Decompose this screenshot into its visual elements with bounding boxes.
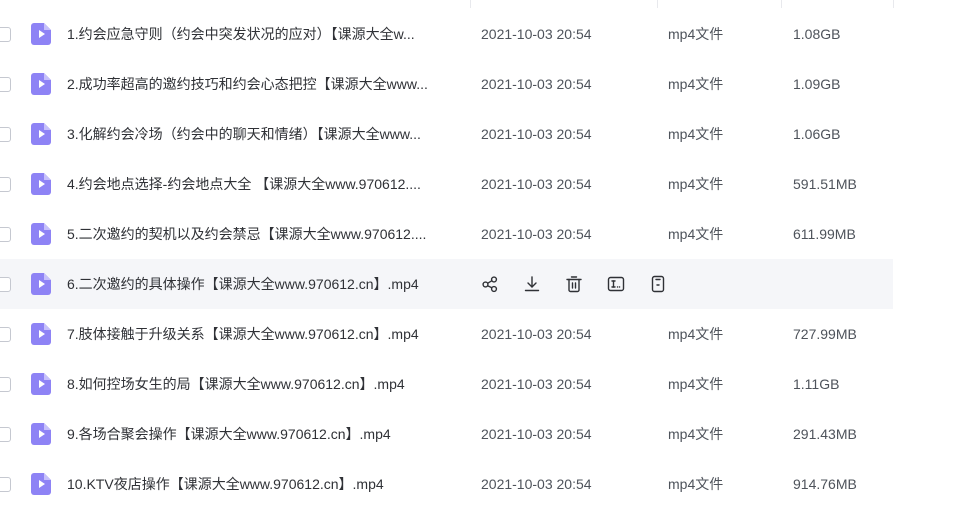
file-name[interactable]: 6.二次邀约的具体操作【课源大全www.970612.cn】.mp4 — [67, 259, 419, 309]
video-file-icon — [31, 173, 51, 195]
row-checkbox[interactable] — [0, 127, 11, 142]
file-type: mp4文件 — [668, 376, 724, 392]
share-icon[interactable] — [481, 275, 499, 293]
file-type: mp4文件 — [668, 176, 724, 192]
file-modified-time: 2021-10-03 20:54 — [481, 76, 592, 92]
row-checkbox[interactable] — [0, 377, 11, 392]
video-file-icon — [31, 423, 51, 445]
rename-icon[interactable] — [607, 275, 625, 293]
file-type: mp4文件 — [668, 126, 724, 142]
file-name[interactable]: 2.成功率超高的邀约技巧和约会心态把控【课源大全www... — [67, 59, 428, 109]
file-type: mp4文件 — [668, 476, 724, 492]
file-type: mp4文件 — [668, 426, 724, 442]
file-size: 291.43MB — [793, 426, 857, 442]
file-name[interactable]: 9.各场合聚会操作【课源大全www.970612.cn】.mp4 — [67, 409, 391, 459]
file-row[interactable]: 1.约会应急守则（约会中突发状况的应对）【课源大全w... 2021-10-03… — [0, 9, 893, 59]
file-row[interactable]: 9.各场合聚会操作【课源大全www.970612.cn】.mp4 2021-10… — [0, 409, 893, 459]
column-divider[interactable] — [893, 0, 894, 8]
row-checkbox[interactable] — [0, 77, 11, 92]
delete-icon[interactable] — [565, 275, 583, 293]
column-divider[interactable] — [657, 0, 658, 8]
file-modified-time: 2021-10-03 20:54 — [481, 126, 592, 142]
file-size: 727.99MB — [793, 326, 857, 342]
file-size: 914.76MB — [793, 476, 857, 492]
file-type: mp4文件 — [668, 76, 724, 92]
file-type: mp4文件 — [668, 226, 724, 242]
file-size: 611.99MB — [793, 226, 856, 242]
file-row[interactable]: 2.成功率超高的邀约技巧和约会心态把控【课源大全www... 2021-10-0… — [0, 59, 893, 109]
file-row[interactable]: 3.化解约会冷场（约会中的聊天和情绪）【课源大全www... 2021-10-0… — [0, 109, 893, 159]
file-row[interactable]: 7.肢体接触于升级关系【课源大全www.970612.cn】.mp4 2021-… — [0, 309, 893, 359]
file-row[interactable]: 5.二次邀约的契机以及约会禁忌【课源大全www.970612.... 2021-… — [0, 209, 893, 259]
file-name[interactable]: 7.肢体接触于升级关系【课源大全www.970612.cn】.mp4 — [67, 309, 419, 359]
video-file-icon — [31, 223, 51, 245]
file-name[interactable]: 10.KTV夜店操作【课源大全www.970612.cn】.mp4 — [67, 459, 384, 509]
file-row[interactable]: 4.约会地点选择-约会地点大全 【课源大全www.970612.... 2021… — [0, 159, 893, 209]
file-modified-time: 2021-10-03 20:54 — [481, 476, 592, 492]
row-checkbox[interactable] — [0, 327, 11, 342]
file-modified-time: 2021-10-03 20:54 — [481, 26, 592, 42]
file-type: mp4文件 — [668, 326, 724, 342]
video-file-icon — [31, 23, 51, 45]
file-type: mp4文件 — [668, 26, 724, 42]
file-modified-time: 2021-10-03 20:54 — [481, 176, 592, 192]
file-name[interactable]: 5.二次邀约的契机以及约会禁忌【课源大全www.970612.... — [67, 209, 426, 259]
video-file-icon — [31, 73, 51, 95]
video-file-icon — [31, 323, 51, 345]
file-name[interactable]: 3.化解约会冷场（约会中的聊天和情绪）【课源大全www... — [67, 109, 421, 159]
file-size: 1.11GB — [793, 376, 840, 392]
file-modified-time: 2021-10-03 20:54 — [481, 326, 592, 342]
clipboard-icon[interactable] — [649, 275, 667, 293]
row-checkbox[interactable] — [0, 227, 11, 242]
row-checkbox[interactable] — [0, 427, 11, 442]
file-row[interactable]: 8.如何控场女生的局【课源大全www.970612.cn】.mp4 2021-1… — [0, 359, 893, 409]
column-divider[interactable] — [781, 0, 782, 8]
file-row[interactable]: 10.KTV夜店操作【课源大全www.970612.cn】.mp4 2021-1… — [0, 459, 893, 509]
video-file-icon — [31, 123, 51, 145]
video-file-icon — [31, 273, 51, 295]
file-modified-time: 2021-10-03 20:54 — [481, 376, 592, 392]
file-name[interactable]: 1.约会应急守则（约会中突发状况的应对）【课源大全w... — [67, 9, 415, 59]
file-list: 1.约会应急守则（约会中突发状况的应对）【课源大全w... 2021-10-03… — [0, 9, 961, 509]
row-checkbox[interactable] — [0, 277, 11, 292]
video-file-icon — [31, 373, 51, 395]
file-modified-time: 2021-10-03 20:54 — [481, 226, 592, 242]
file-size: 591.51MB — [793, 176, 857, 192]
file-name[interactable]: 4.约会地点选择-约会地点大全 【课源大全www.970612.... — [67, 159, 421, 209]
download-icon[interactable] — [523, 275, 541, 293]
column-divider[interactable] — [470, 0, 471, 8]
video-file-icon — [31, 473, 51, 495]
file-name[interactable]: 8.如何控场女生的局【课源大全www.970612.cn】.mp4 — [67, 359, 405, 409]
file-row-hovered[interactable]: 6.二次邀约的具体操作【课源大全www.970612.cn】.mp4 — [0, 259, 893, 309]
row-checkbox[interactable] — [0, 27, 11, 42]
file-size: 1.09GB — [793, 76, 841, 92]
row-hover-actions — [481, 275, 667, 293]
row-checkbox[interactable] — [0, 477, 11, 492]
file-size: 1.08GB — [793, 26, 841, 42]
row-checkbox[interactable] — [0, 177, 11, 192]
file-size: 1.06GB — [793, 126, 841, 142]
file-modified-time: 2021-10-03 20:54 — [481, 426, 592, 442]
list-header-edge — [0, 0, 961, 9]
